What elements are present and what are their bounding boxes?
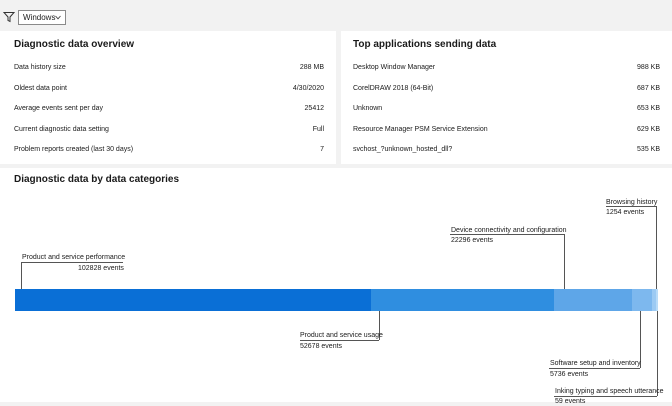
app-row: Resource Manager PSM Service Extension 6… [341, 120, 672, 140]
app-row-label: Desktop Window Manager [353, 64, 436, 71]
category-name: Software setup and inventory [550, 360, 641, 367]
category-events-connectivity: 22296 events [451, 236, 493, 245]
app-row: Desktop Window Manager 988 KB [341, 58, 672, 78]
category-label-inking: Inking typing and speech utterance [555, 387, 664, 396]
category-name: Browsing history [606, 199, 658, 206]
overview-row: Average events sent per day 25412 [0, 99, 336, 119]
bar-segment[interactable] [656, 289, 658, 311]
app-row-label: svchost_?unknown_hosted_dll? [353, 146, 453, 153]
app-row-value: 687 KB [637, 85, 660, 92]
overview-title: Diagnostic data overview [14, 39, 135, 50]
chevron-down-icon [55, 15, 61, 20]
bar-segment[interactable] [554, 289, 632, 311]
overview-row-value: Full [312, 126, 324, 133]
app-row-value: 629 KB [637, 126, 660, 133]
overview-row-value: 4/30/2020 [292, 85, 324, 92]
app-row: CorelDRAW 2018 (64-Bit) 687 KB [341, 79, 672, 99]
overview-row-label: Oldest data point [14, 85, 67, 92]
filter-icon[interactable] [3, 11, 15, 23]
platform-dropdown[interactable]: Windows [18, 10, 66, 25]
category-events-browsing: 1254 events [606, 208, 644, 217]
overview-row: Oldest data point 4/30/2020 [0, 79, 336, 99]
category-name: Inking typing and speech utterance [555, 388, 664, 395]
callout-line [564, 234, 565, 289]
app-row-value: 653 KB [637, 105, 660, 112]
overview-row-label: Average events sent per day [14, 105, 103, 112]
overview-panel: Diagnostic data overview Data history si… [0, 31, 336, 164]
category-label-usage: Product and service usage [300, 331, 383, 340]
bar-segment[interactable] [370, 289, 555, 311]
bar-segment[interactable] [15, 289, 371, 311]
category-events: 52678 events [300, 343, 343, 350]
callout-line [656, 206, 657, 289]
category-name: Product and service usage [300, 332, 383, 339]
category-events: 1254 events [606, 209, 645, 216]
overview-row-label: Problem reports created (last 30 days) [14, 146, 134, 153]
categories-title: Diagnostic data by data categories [14, 174, 180, 185]
top-apps-panel: Top applications sending data Desktop Wi… [341, 31, 672, 164]
category-name: Product and service performance [22, 254, 126, 261]
category-events: 22296 events [451, 237, 494, 244]
app-row-label: Unknown [353, 105, 383, 112]
overview-row: Current diagnostic data setting Full [0, 120, 336, 140]
platform-dropdown-value: Windows [23, 13, 56, 22]
category-events-software: 5736 events [550, 370, 588, 379]
overview-row-value: 25412 [304, 105, 324, 112]
top-apps-title: Top applications sending data [353, 39, 497, 50]
app-row-value: 535 KB [637, 146, 660, 153]
app-row-value: 988 KB [637, 64, 660, 71]
app-row: Unknown 653 KB [341, 99, 672, 119]
category-events-usage: 52678 events [300, 342, 342, 351]
category-label-performance: Product and service performance [22, 253, 125, 262]
category-events-performance: 102828 events [78, 264, 124, 273]
category-events: 5736 events [550, 371, 589, 378]
app-row-label: Resource Manager PSM Service Extension [353, 126, 488, 133]
app-row-label: CorelDRAW 2018 (64-Bit) [353, 85, 434, 92]
filter-bar: Windows [0, 0, 672, 30]
category-label-connectivity: Device connectivity and configuration [451, 226, 567, 235]
overview-row: Problem reports created (last 30 days) 7 [0, 140, 336, 160]
overview-row-label: Current diagnostic data setting [14, 126, 109, 133]
callout-line [549, 368, 640, 369]
callout-line [21, 262, 123, 263]
category-name: Device connectivity and configuration [451, 227, 567, 234]
category-events: 102828 events [78, 265, 124, 272]
callout-line [21, 262, 22, 289]
overview-row-label: Data history size [14, 64, 66, 71]
callout-line [300, 340, 379, 341]
overview-row-value: 288 MB [299, 64, 324, 71]
category-label-software: Software setup and inventory [550, 359, 641, 368]
bar-segment[interactable] [631, 289, 652, 311]
overview-row: Data history size 288 MB [0, 58, 336, 78]
app-row: svchost_?unknown_hosted_dll? 535 KB [341, 140, 672, 160]
callout-line [657, 311, 658, 396]
overview-row-value: 7 [320, 146, 324, 153]
category-label-browsing: Browsing history [606, 198, 657, 207]
